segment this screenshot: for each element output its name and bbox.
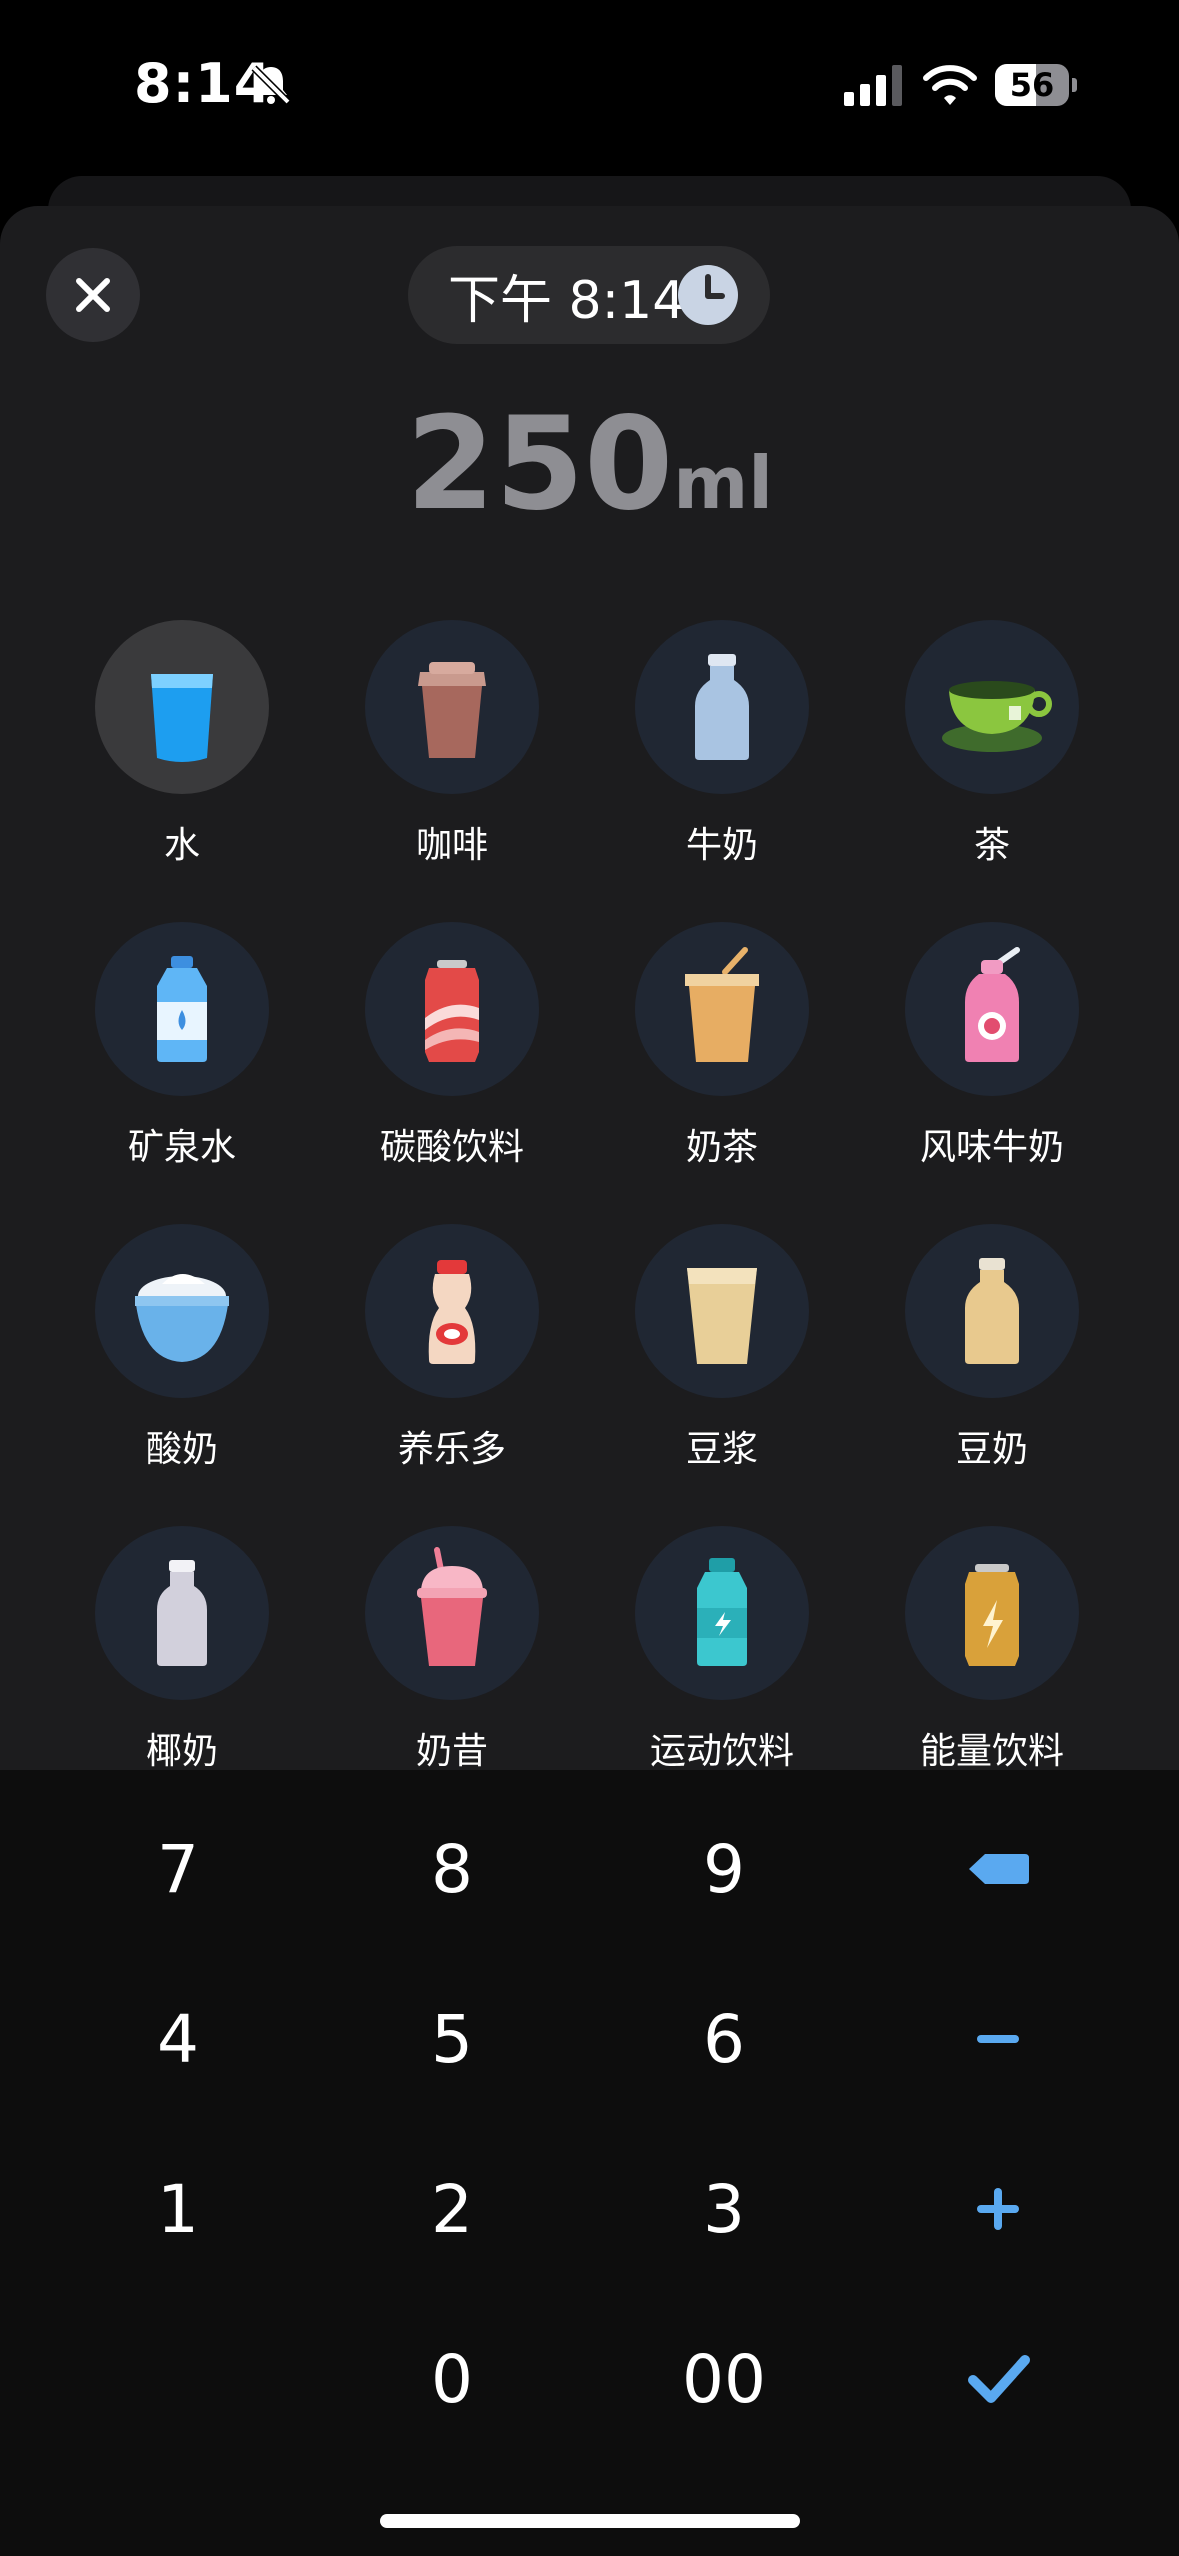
drink-icon-circle xyxy=(95,922,269,1096)
drink-item[interactable]: 酸奶 xyxy=(47,1224,317,1484)
drink-icon-circle xyxy=(635,620,809,794)
drink-label: 奶茶 xyxy=(685,1127,758,1168)
drink-icon-circle xyxy=(365,922,539,1096)
key-1[interactable]: 1 xyxy=(43,2134,313,2284)
milk-bottle-icon xyxy=(695,654,749,760)
backspace-key[interactable] xyxy=(863,1794,1133,1944)
time-label: 下午 8:14 xyxy=(448,270,686,331)
key-6[interactable]: 6 xyxy=(589,1964,859,2114)
drink-label: 运动饮料 xyxy=(649,1731,794,1772)
drink-icon-circle xyxy=(365,1526,539,1700)
flavored-milk-bottle-icon xyxy=(965,947,1020,1062)
time-picker-button[interactable]: 下午 8:14 xyxy=(408,246,770,344)
mineral-water-bottle-icon xyxy=(157,956,207,1062)
minus-icon xyxy=(977,2035,1019,2043)
plus-icon xyxy=(977,2188,1019,2230)
drink-item[interactable]: 豆浆 xyxy=(587,1224,857,1484)
drink-icon-circle xyxy=(905,1224,1079,1398)
drink-label: 豆浆 xyxy=(685,1429,758,1470)
soda-can-icon xyxy=(425,960,479,1062)
drink-label: 茶 xyxy=(973,825,1010,866)
drink-icon-circle xyxy=(635,1224,809,1398)
bell-slash-icon xyxy=(251,65,291,105)
soy-milk-glass-icon xyxy=(687,1268,757,1364)
backspace-icon xyxy=(969,1854,1029,1884)
energy-drink-can-icon xyxy=(965,1564,1019,1666)
coconut-milk-bottle-icon xyxy=(157,1560,207,1666)
drink-label: 水 xyxy=(163,825,200,866)
drink-icon-circle xyxy=(635,922,809,1096)
close-button[interactable] xyxy=(46,248,140,342)
drink-item[interactable]: 豆奶 xyxy=(857,1224,1127,1484)
soy-milk-bottle-icon xyxy=(965,1258,1019,1364)
cellular-signal-icon xyxy=(844,65,902,106)
key-00[interactable]: 00 xyxy=(589,2304,859,2454)
drink-item[interactable]: 咖啡 xyxy=(317,620,587,880)
drink-label: 矿泉水 xyxy=(127,1127,236,1168)
drink-item[interactable]: 风味牛奶 xyxy=(857,922,1127,1182)
drink-item[interactable]: 运动饮料 xyxy=(587,1526,857,1786)
key-2[interactable]: 2 xyxy=(317,2134,587,2284)
close-icon xyxy=(76,278,110,312)
water-glass-icon xyxy=(151,674,213,762)
drink-label: 风味牛奶 xyxy=(919,1127,1064,1168)
drink-icon-circle xyxy=(905,1526,1079,1700)
drink-label: 豆奶 xyxy=(955,1429,1028,1470)
drink-item[interactable]: 椰奶 xyxy=(47,1526,317,1786)
drink-item[interactable]: 养乐多 xyxy=(317,1224,587,1484)
status-bar: 8:14 56 xyxy=(0,0,1179,170)
minus-key[interactable] xyxy=(863,1964,1133,2114)
yogurt-bowl-icon xyxy=(135,1274,229,1362)
key-7[interactable]: 7 xyxy=(43,1794,313,1944)
battery-indicator: 56 xyxy=(995,64,1077,106)
drink-label: 椰奶 xyxy=(145,1731,218,1772)
home-indicator xyxy=(380,2514,800,2528)
drink-item[interactable]: 奶昔 xyxy=(317,1526,587,1786)
key-3[interactable]: 3 xyxy=(589,2134,859,2284)
battery-percent: 56 xyxy=(1009,66,1055,104)
drink-item[interactable]: 牛奶 xyxy=(587,620,857,880)
key-5[interactable]: 5 xyxy=(317,1964,587,2114)
drink-item[interactable]: 能量饮料 xyxy=(857,1526,1127,1786)
drink-icon-circle xyxy=(365,1224,539,1398)
drink-label: 养乐多 xyxy=(397,1429,506,1470)
drink-item[interactable]: 矿泉水 xyxy=(47,922,317,1182)
drink-item[interactable]: 奶茶 xyxy=(587,922,857,1182)
drink-label: 能量饮料 xyxy=(919,1731,1064,1772)
drink-label: 碳酸饮料 xyxy=(379,1127,524,1168)
amount-display: 250ml xyxy=(0,390,1179,539)
drink-icon-circle xyxy=(905,922,1079,1096)
drink-label: 牛奶 xyxy=(685,825,758,866)
drink-icon-circle xyxy=(95,1224,269,1398)
checkmark-key[interactable] xyxy=(863,2304,1133,2454)
drink-icon-circle xyxy=(905,620,1079,794)
drink-item[interactable]: 水 xyxy=(47,620,317,880)
drink-icon-circle xyxy=(635,1526,809,1700)
checkmark-icon xyxy=(968,2355,1030,2403)
yakult-bottle-icon xyxy=(428,1260,476,1364)
sports-drink-bottle-icon xyxy=(697,1558,747,1666)
amount-value: 250 xyxy=(406,390,674,539)
drink-label: 酸奶 xyxy=(145,1429,218,1470)
milkshake-cup-icon xyxy=(417,1547,487,1666)
wifi-icon xyxy=(923,65,977,105)
drink-icon-circle xyxy=(95,620,269,794)
drink-icon-circle xyxy=(365,620,539,794)
drink-item[interactable]: 茶 xyxy=(857,620,1127,880)
drink-label: 咖啡 xyxy=(415,825,488,866)
drink-label: 奶昔 xyxy=(415,1731,488,1772)
amount-unit: ml xyxy=(673,441,773,525)
tea-cup-icon xyxy=(942,681,1052,752)
key-9[interactable]: 9 xyxy=(589,1794,859,1944)
key-8[interactable]: 8 xyxy=(317,1794,587,1944)
drink-item[interactable]: 碳酸饮料 xyxy=(317,922,587,1182)
clock-icon xyxy=(678,265,738,325)
milk-tea-cup-icon xyxy=(685,947,759,1062)
key-4[interactable]: 4 xyxy=(43,1964,313,2114)
coffee-cup-icon xyxy=(418,662,486,758)
drink-icon-circle xyxy=(95,1526,269,1700)
plus-key[interactable] xyxy=(863,2134,1133,2284)
key-0[interactable]: 0 xyxy=(317,2304,587,2454)
